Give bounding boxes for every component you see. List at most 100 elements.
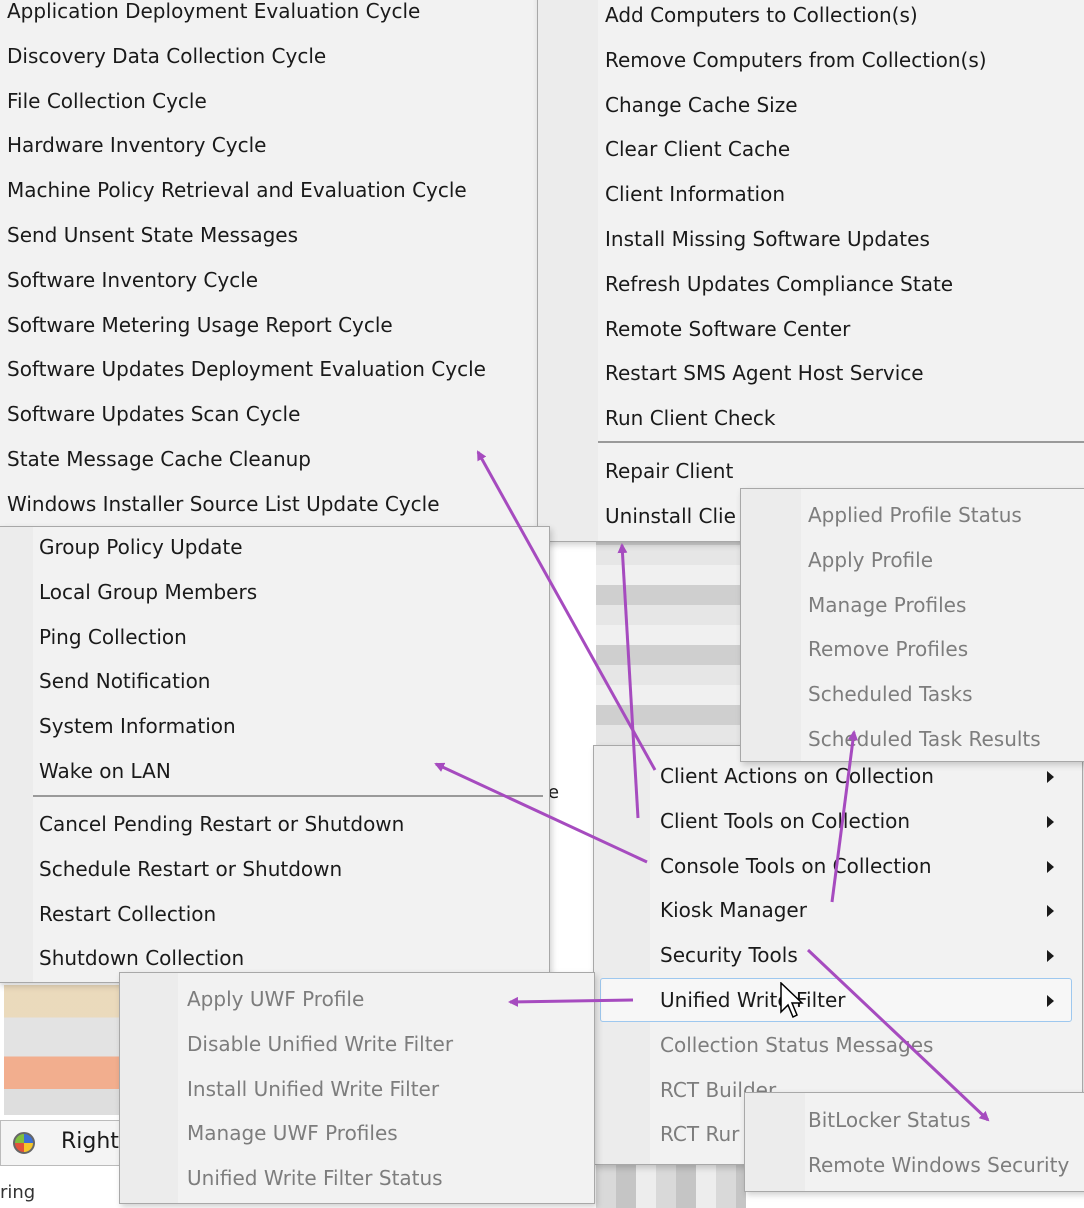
menu-item-software-updates-deployment-evaluation-cycle[interactable]: Software Updates Deployment Evaluation C… [0, 347, 537, 391]
menu-item-label: Client Tools on Collection [660, 808, 911, 833]
menu-item-machine-policy-retrieval-and-evaluation-cycle[interactable]: Machine Policy Retrieval and Evaluation … [0, 168, 537, 212]
menu-item-remote-software-center[interactable]: Remote Software Center [538, 307, 1084, 351]
menu-item-local-group-members[interactable]: Local Group Members [0, 570, 549, 614]
menu-item-software-inventory-cycle[interactable]: Software Inventory Cycle [0, 258, 537, 302]
menu-item-label: Remote Windows Security [808, 1152, 1070, 1177]
menu-item-apply-profile[interactable]: Apply Profile [741, 538, 1084, 582]
menu-item-windows-installer-source-list-update-cycle[interactable]: Windows Installer Source List Update Cyc… [0, 482, 537, 526]
menu-item-discovery-data-collection-cycle[interactable]: Discovery Data Collection Cycle [0, 34, 537, 78]
menu-item-unified-write-filter[interactable]: Unified Write Filter [594, 978, 1082, 1022]
mouse-cursor-icon [780, 982, 804, 1019]
menu-item-label: Applied Profile Status [808, 503, 1022, 527]
menu-item-install-unified-write-filter[interactable]: Install Unified Write Filter [120, 1067, 594, 1111]
menu-item-group-policy-update[interactable]: Group Policy Update [0, 527, 549, 569]
menu-item-label: Hardware Inventory Cycle [7, 133, 267, 158]
submenu-arrow-icon [1047, 995, 1054, 1007]
menu-item-application-deployment-evaluation-cycle[interactable]: Application Deployment Evaluation Cycle [0, 0, 537, 33]
menu-item-restart-collection[interactable]: Restart Collection [0, 892, 549, 936]
console-tools-menu: Group Policy Update Local Group Members Pi… [0, 526, 550, 983]
menu-item-repair-client[interactable]: Repair Client [538, 449, 1084, 493]
menu-item-wake-on-lan[interactable]: Wake on LAN [0, 749, 549, 793]
menu-item-label: Software Updates Deployment Evaluation C… [7, 357, 486, 382]
menu-item-collection-status-messages[interactable]: Collection Status Messages [594, 1023, 1082, 1067]
background-partial-text: ring [0, 1182, 36, 1203]
menu-separator [33, 795, 543, 797]
menu-item-label: Add Computers to Collection(s) [605, 3, 918, 27]
menu-item-label: BitLocker Status [808, 1108, 971, 1132]
menu-item-label: Scheduled Tasks [808, 682, 973, 707]
menu-item-label: Restart Collection [39, 901, 217, 926]
menu-item-label: Change Cache Size [605, 92, 798, 117]
menu-item-label: Install Unified Write Filter [187, 1076, 440, 1101]
submenu-arrow-icon [1047, 771, 1054, 783]
security-tools-menu: BitLocker Status Remote Windows Security [744, 1092, 1084, 1192]
menu-item-label: Cancel Pending Restart or Shutdown [39, 812, 405, 836]
menu-item-file-collection-cycle[interactable]: File Collection Cycle [0, 79, 537, 123]
menu-item-apply-uwf-profile[interactable]: Apply UWF Profile [120, 977, 594, 1021]
menu-item-scheduled-task-results[interactable]: Scheduled Task Results [741, 717, 1084, 761]
menu-item-bitlocker-status[interactable]: BitLocker Status [745, 1098, 1084, 1142]
menu-item-label: Install Missing Software Updates [605, 227, 930, 251]
menu-item-clear-client-cache[interactable]: Clear Client Cache [538, 127, 1084, 171]
menu-item-disable-unified-write-filter[interactable]: Disable Unified Write Filter [120, 1022, 594, 1066]
menu-item-manage-uwf-profiles[interactable]: Manage UWF Profiles [120, 1111, 594, 1155]
menu-item-system-information[interactable]: System Information [0, 704, 549, 748]
menu-item-label: Apply UWF Profile [187, 987, 365, 1011]
menu-item-label: Software Updates Scan Cycle [7, 402, 301, 427]
menu-item-applied-profile-status[interactable]: Applied Profile Status [741, 493, 1084, 537]
menu-item-restart-sms-agent-host-service[interactable]: Restart SMS Agent Host Service [538, 351, 1084, 395]
menu-item-refresh-updates-compliance-state[interactable]: Refresh Updates Compliance State [538, 262, 1084, 306]
menu-item-label: Discovery Data Collection Cycle [7, 43, 327, 68]
client-tools-menu: Add Computers to Collection(s) Remove Com… [537, 0, 1084, 542]
menu-item-label: Remove Computers from Collection(s) [605, 47, 987, 72]
menu-item-label: State Message Cache Cleanup [7, 447, 311, 471]
menu-item-manage-profiles[interactable]: Manage Profiles [741, 583, 1084, 627]
menu-item-label: Console Tools on Collection [660, 853, 932, 878]
menu-item-label: Manage Profiles [808, 592, 967, 617]
right-click-tray[interactable]: Right [0, 1120, 120, 1166]
menu-item-software-metering-usage-report-cycle[interactable]: Software Metering Usage Report Cycle [0, 303, 537, 347]
menu-item-client-information[interactable]: Client Information [538, 172, 1084, 216]
right-click-label: Right [61, 1129, 119, 1154]
menu-item-console-tools-on-collection[interactable]: Console Tools on Collection [594, 844, 1082, 888]
menu-item-schedule-restart-or-shutdown[interactable]: Schedule Restart or Shutdown [0, 847, 549, 891]
menu-item-run-client-check[interactable]: Run Client Check [538, 396, 1084, 440]
menu-item-label: Windows Installer Source List Update Cyc… [7, 491, 440, 516]
menu-item-client-tools-on-collection[interactable]: Client Tools on Collection [594, 799, 1082, 843]
menu-item-label: Local Group Members [39, 579, 258, 604]
menu-item-label: Disable Unified Write Filter [187, 1031, 454, 1056]
menu-item-label: Clear Client Cache [605, 137, 791, 162]
menu-item-remove-profiles[interactable]: Remove Profiles [741, 627, 1084, 671]
menu-item-remove-computers-from-collection-s[interactable]: Remove Computers from Collection(s) [538, 38, 1084, 82]
menu-item-security-tools[interactable]: Security Tools [594, 933, 1082, 977]
menu-item-label: Send Notification [39, 669, 211, 694]
menu-item-remote-windows-security[interactable]: Remote Windows Security [745, 1143, 1084, 1187]
unified-write-filter-menu: Apply UWF Profile Disable Unified Write F… [119, 972, 595, 1204]
menu-item-label: Remove Profiles [808, 637, 969, 662]
menu-item-cancel-pending-restart-or-shutdown[interactable]: Cancel Pending Restart or Shutdown [0, 802, 549, 846]
menu-item-software-updates-scan-cycle[interactable]: Software Updates Scan Cycle [0, 392, 537, 436]
submenu-arrow-icon [1047, 905, 1054, 918]
menu-item-send-notification[interactable]: Send Notification [0, 659, 549, 703]
kiosk-manager-menu: Applied Profile Status Apply Profile Manag… [740, 488, 1084, 762]
menu-item-unified-write-filter-status[interactable]: Unified Write Filter Status [120, 1156, 594, 1200]
menu-item-label: Unified Write Filter [660, 988, 846, 1012]
menu-item-label: RCT Rur [660, 1122, 740, 1147]
menu-item-state-message-cache-cleanup[interactable]: State Message Cache Cleanup [0, 437, 537, 481]
menu-item-label: Software Inventory Cycle [7, 267, 259, 292]
menu-item-label: File Collection Cycle [7, 88, 207, 113]
menu-item-label: Manage UWF Profiles [187, 1121, 398, 1146]
menu-item-label: Wake on LAN [39, 759, 171, 783]
menu-item-change-cache-size[interactable]: Change Cache Size [538, 83, 1084, 127]
submenu-arrow-icon [1047, 950, 1054, 963]
menu-item-scheduled-tasks[interactable]: Scheduled Tasks [741, 672, 1084, 716]
menu-item-add-computers-to-collection-s[interactable]: Add Computers to Collection(s) [538, 0, 1084, 37]
menu-item-ping-collection[interactable]: Ping Collection [0, 615, 549, 659]
menu-item-hardware-inventory-cycle[interactable]: Hardware Inventory Cycle [0, 123, 537, 167]
menu-item-kiosk-manager[interactable]: Kiosk Manager [594, 888, 1082, 932]
menu-item-install-missing-software-updates[interactable]: Install Missing Software Updates [538, 217, 1084, 261]
menu-item-send-unsent-state-messages[interactable]: Send Unsent State Messages [0, 213, 537, 257]
menu-item-label: Scheduled Task Results [808, 727, 1041, 751]
menu-item-label: Kiosk Manager [660, 898, 807, 923]
menu-item-label: Remote Software Center [605, 316, 851, 341]
